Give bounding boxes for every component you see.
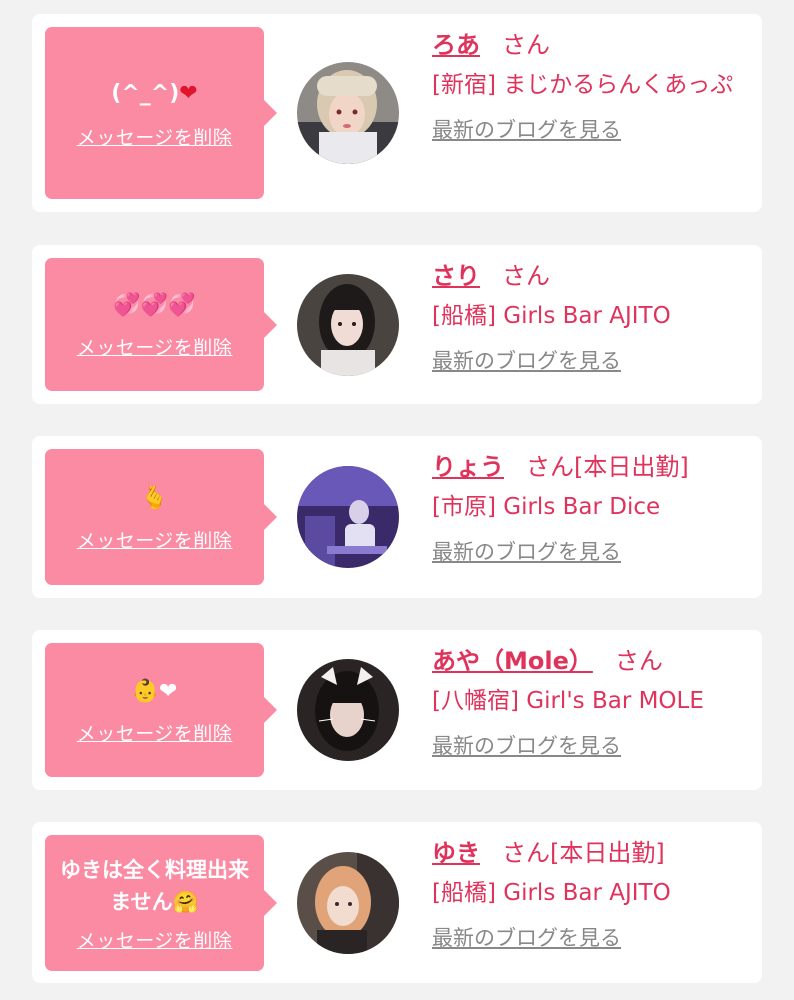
cast-name-link[interactable]: さり: [432, 262, 480, 290]
latest-blog-link[interactable]: 最新のブログを見る: [432, 114, 621, 144]
shop-info: [八幡宿] Girl's Bar MOLE: [432, 682, 752, 720]
shop-info: [船橋] Girls Bar AJITO: [432, 297, 752, 335]
message-card: 🫰 メッセージを削除 りょう さん[本日出勤] [市原] Girls Bar Di…: [32, 436, 762, 598]
avatar-photo: [297, 659, 399, 761]
cast-info: さり さん [船橋] Girls Bar AJITO 最新のブログを見る: [432, 261, 752, 375]
cast-name-link[interactable]: あや（Mole）: [432, 647, 593, 675]
shop-area: [新宿]: [432, 72, 496, 98]
cast-info: りょう さん[本日出勤] [市原] Girls Bar Dice 最新のブログを見…: [432, 452, 752, 566]
message-text: 💞💞💞: [113, 289, 195, 323]
cast-name-link[interactable]: りょう: [432, 453, 504, 481]
cast-info: ゆき さん[本日出勤] [船橋] Girls Bar AJITO 最新のブログを見…: [432, 838, 752, 952]
cast-name-link[interactable]: ゆき: [432, 839, 480, 867]
message-card: 💞💞💞 メッセージを削除 さりさん [船橋] Girls Bar AJITO: [32, 245, 762, 404]
message-bubble: 🫰 メッセージを削除: [45, 449, 277, 585]
avatar-photo: [297, 852, 399, 954]
latest-blog-link[interactable]: 最新のブログを見る: [432, 536, 621, 566]
shop-info: [船橋] Girls Bar AJITO: [432, 874, 752, 912]
message-text: 👶❤: [132, 675, 178, 709]
cast-info: ろあ さん [新宿] まじかるらんくあっぷ 最新のブログを見る: [432, 30, 752, 144]
avatar[interactable]: [297, 274, 399, 376]
heart-emoji: ❤: [179, 80, 198, 106]
delete-message-link[interactable]: メッセージを削除: [77, 333, 233, 360]
delete-message-link[interactable]: メッセージを削除: [77, 719, 233, 746]
avatar[interactable]: [297, 852, 399, 954]
message-bubble: 💞💞💞 メッセージを削除: [45, 258, 277, 391]
working-badge: [本日出勤]: [574, 453, 689, 481]
honorific: さん: [502, 839, 550, 867]
shop-name: Girls Bar Dice: [495, 494, 661, 520]
cast-info: あや（Mole） さん [八幡宿] Girl's Bar MOLE 最新のブログを…: [432, 646, 752, 760]
message-text: (^_^)❤: [111, 80, 198, 106]
message-bubble: ゆきは全く料理出来ません🤗 メッセージを削除: [45, 835, 277, 971]
delete-message-link[interactable]: メッセージを削除: [77, 926, 233, 953]
shop-name: Girls Bar AJITO: [495, 303, 671, 329]
message-text: 🫰: [141, 482, 168, 516]
shop-info: [新宿] まじかるらんくあっぷ: [432, 66, 752, 104]
avatar[interactable]: [297, 466, 399, 568]
shop-area: [市原]: [432, 494, 496, 520]
message-card: (^_^)❤ メッセージを削除 ろあ さん [新宿] まじかるらんくあっぷ 最新…: [32, 14, 762, 212]
message-list: (^_^)❤ メッセージを削除 ろあ さん [新宿] まじかるらんくあっぷ 最新…: [0, 0, 794, 1000]
shop-name: まじかるらんくあっぷ: [495, 72, 734, 98]
latest-blog-link[interactable]: 最新のブログを見る: [432, 345, 621, 375]
cast-name-link[interactable]: ろあ: [432, 31, 480, 59]
hug-emoji: 🤗: [172, 889, 199, 914]
message-bubble: 👶❤ メッセージを削除: [45, 643, 277, 777]
message-text: ゆきは全く料理出来ません🤗: [60, 857, 249, 914]
message-bubble: (^_^)❤ メッセージを削除: [45, 27, 277, 199]
delete-message-link[interactable]: メッセージを削除: [77, 526, 233, 553]
hand-emoji: 🫰: [140, 485, 169, 511]
avatar-photo: [297, 274, 399, 376]
honorific: さん: [502, 31, 550, 59]
avatar-photo: [297, 62, 399, 164]
honorific: さん: [614, 647, 663, 675]
honorific: さん: [502, 262, 550, 290]
latest-blog-link[interactable]: 最新のブログを見る: [432, 922, 621, 952]
hearts-emoji: 💞💞💞: [113, 293, 196, 318]
avatar[interactable]: [297, 62, 399, 164]
delete-message-link[interactable]: メッセージを削除: [77, 123, 233, 150]
baby-heart-emoji: 👶❤: [131, 678, 178, 704]
shop-area: [船橋]: [432, 303, 496, 329]
shop-name: Girl's Bar MOLE: [518, 688, 704, 714]
latest-blog-link[interactable]: 最新のブログを見る: [432, 730, 621, 760]
shop-name: Girls Bar AJITO: [495, 880, 671, 906]
avatar[interactable]: [297, 659, 399, 761]
honorific: さん: [526, 453, 574, 481]
message-card: 👶❤ メッセージを削除 あや（Mole） さん [八幡宿] Girl's Bar …: [32, 630, 762, 790]
shop-area: [八幡宿]: [432, 688, 519, 714]
shop-info: [市原] Girls Bar Dice: [432, 488, 752, 526]
avatar-photo: [297, 466, 399, 568]
shop-area: [船橋]: [432, 880, 496, 906]
working-badge: [本日出勤]: [550, 839, 665, 867]
message-card: ゆきは全く料理出来ません🤗 メッセージを削除 ゆき さん[本日出勤] [船橋] G…: [32, 822, 762, 983]
